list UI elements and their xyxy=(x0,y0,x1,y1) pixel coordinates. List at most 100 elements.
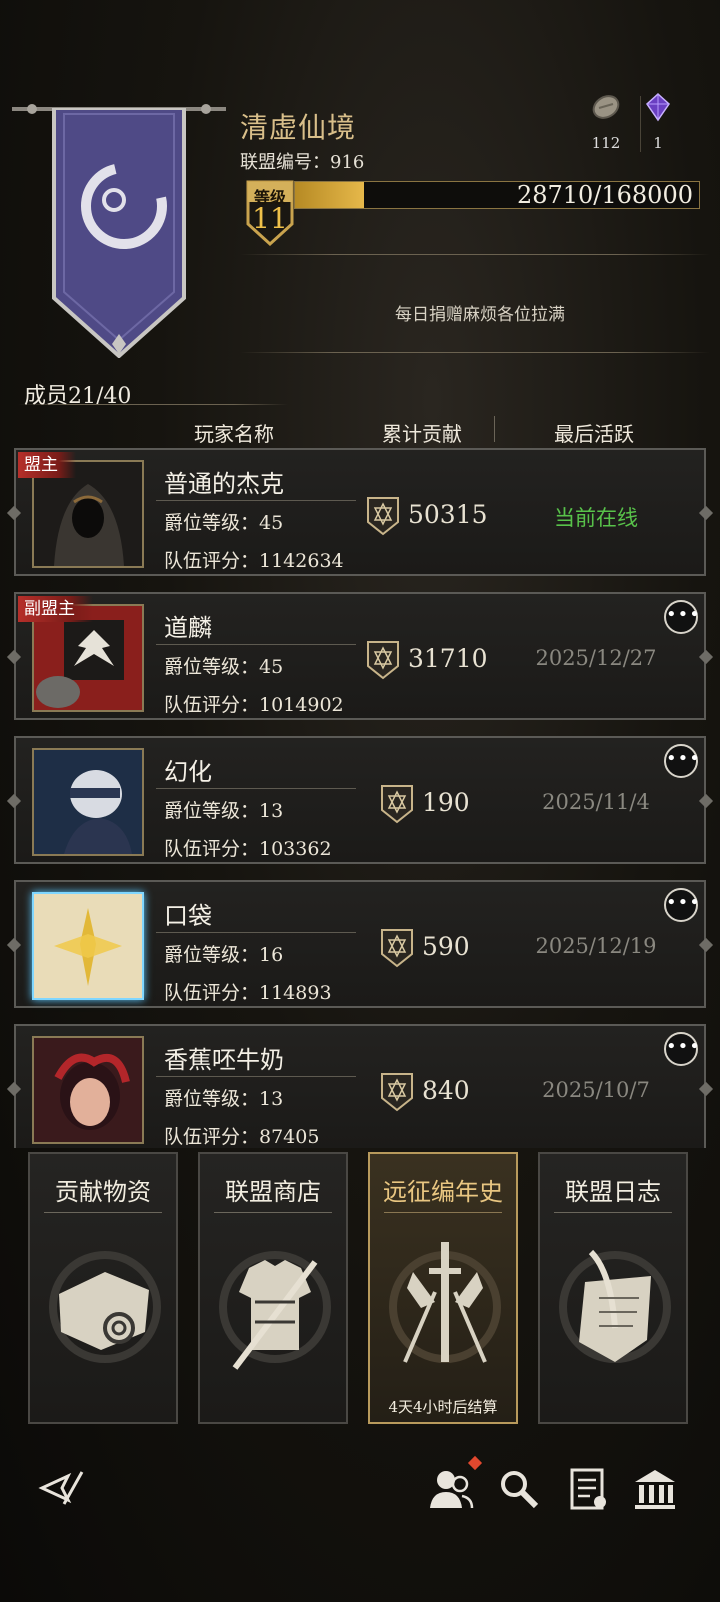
last-active: 2025/10/7 xyxy=(542,1078,650,1102)
resource-stone-value: 112 xyxy=(591,134,621,152)
guild-id: 联盟编号：916 xyxy=(240,152,365,173)
tile-divider xyxy=(44,1212,162,1213)
member-row[interactable]: 副盟主 ••• 道麟 爵位等级：45 队伍评分：1014902 31710 20… xyxy=(6,592,714,720)
xp-text: 28710/168000 xyxy=(516,181,693,209)
contribution-emblem-icon xyxy=(367,497,399,536)
guild-name: 清虚仙境 xyxy=(240,111,357,144)
member-row[interactable]: ••• 幻化 爵位等级：13 队伍评分：103362 190 2025/11/4 xyxy=(6,736,714,864)
guild-banner xyxy=(52,108,186,358)
red-haired-girl-portrait xyxy=(34,1038,142,1142)
level-number: 11 xyxy=(252,202,288,235)
team-score: 队伍评分：1142634 xyxy=(164,550,344,572)
members-divider xyxy=(18,404,288,405)
more-options-button[interactable]: ••• xyxy=(664,1032,700,1066)
member-row[interactable]: ••• 香蕉呸牛奶 爵位等级：13 队伍评分：87405 840 2025/10… xyxy=(6,1024,714,1148)
last-active: 当前在线 xyxy=(554,506,638,530)
member-row[interactable]: ••• 口袋 爵位等级：16 队伍评分：114893 590 2025/12/1… xyxy=(6,880,714,1008)
team-score: 队伍评分：114893 xyxy=(164,982,332,1004)
player-name[interactable]: 道麟 xyxy=(164,608,212,643)
row-ornament xyxy=(6,505,22,521)
search-icon[interactable] xyxy=(496,1466,542,1512)
tile-label: 联盟日志 xyxy=(565,1178,661,1206)
golden-rune-portrait xyxy=(34,894,142,998)
role-badge: 副盟主 xyxy=(18,596,93,622)
masked-warrior-portrait xyxy=(34,750,142,854)
armor-sword-icon xyxy=(219,1251,331,1370)
player-name[interactable]: 幻化 xyxy=(164,752,212,787)
scroll-bundle-icon xyxy=(49,1251,161,1363)
player-rank: 爵位等级：16 xyxy=(164,944,284,966)
bank-icon[interactable] xyxy=(632,1466,678,1512)
contribution-emblem-icon xyxy=(367,641,399,680)
player-rank: 爵位等级：13 xyxy=(164,800,284,822)
name-underline xyxy=(156,932,356,933)
resource-crystal[interactable]: 1 xyxy=(628,92,688,152)
tile-divider xyxy=(384,1212,502,1213)
player-name[interactable]: 香蕉呸牛奶 xyxy=(164,1040,284,1075)
tile-label: 联盟商店 xyxy=(225,1178,321,1206)
tile-expedition-chronicle[interactable]: 远征编年史 4天4小时后结算 xyxy=(368,1152,518,1424)
player-rank: 爵位等级：13 xyxy=(164,1088,284,1110)
player-name[interactable]: 口袋 xyxy=(164,896,212,931)
last-active: 2025/12/27 xyxy=(535,646,657,670)
row-ornament xyxy=(698,1081,714,1097)
guild-notice: 每日捐赠麻烦各位拉满 xyxy=(395,305,565,325)
player-rank: 爵位等级：45 xyxy=(164,656,284,678)
document-icon[interactable] xyxy=(566,1466,612,1512)
xp-progress-fill xyxy=(295,182,365,208)
quill-paper-icon xyxy=(559,1249,671,1363)
tile-divider xyxy=(214,1212,332,1213)
xp-progress-bar: 28710/168000 xyxy=(294,181,700,209)
row-ornament xyxy=(6,1081,22,1097)
more-options-button[interactable]: ••• xyxy=(664,888,700,922)
team-score: 队伍评分：1014902 xyxy=(164,694,344,716)
player-name[interactable]: 普通的杰克 xyxy=(164,464,284,499)
row-ornament xyxy=(698,937,714,953)
last-active: 2025/12/19 xyxy=(535,934,657,958)
name-underline xyxy=(156,644,356,645)
column-header-name[interactable]: 玩家名称 xyxy=(194,418,274,447)
name-underline xyxy=(156,788,356,789)
back-icon[interactable] xyxy=(38,1466,84,1512)
tile-guild-log[interactable]: 联盟日志 xyxy=(538,1152,688,1424)
contribution-value: 590 xyxy=(422,932,470,961)
row-ornament xyxy=(698,649,714,665)
header-divider xyxy=(240,254,710,255)
notice-divider xyxy=(240,352,710,353)
more-options-button[interactable]: ••• xyxy=(664,744,700,778)
tile-label: 贡献物资 xyxy=(55,1178,151,1206)
stone-coin-icon xyxy=(592,95,620,119)
role-badge: 盟主 xyxy=(18,452,76,478)
avatar[interactable] xyxy=(32,1036,144,1144)
resource-crystal-value: 1 xyxy=(653,134,663,152)
contribution-value: 190 xyxy=(422,788,470,817)
contribution-value: 31710 xyxy=(408,644,488,673)
avatar[interactable] xyxy=(32,892,144,1000)
contribution-emblem-icon xyxy=(381,785,413,824)
contribution-emblem-icon xyxy=(381,1073,413,1112)
name-underline xyxy=(156,1076,356,1077)
contribution-value: 840 xyxy=(422,1076,470,1105)
row-ornament xyxy=(6,793,22,809)
column-header-contribution[interactable]: 累计贡献 xyxy=(382,418,462,447)
name-underline xyxy=(156,500,356,501)
contribution-emblem-icon xyxy=(381,929,413,968)
resource-stone[interactable]: 112 xyxy=(576,92,636,152)
more-options-button[interactable]: ••• xyxy=(664,600,700,634)
tile-guild-shop[interactable]: 联盟商店 xyxy=(198,1152,348,1424)
row-ornament xyxy=(698,793,714,809)
avatar[interactable] xyxy=(32,748,144,856)
tile-donate-supplies[interactable]: 贡献物资 xyxy=(28,1152,178,1424)
tile-label: 远征编年史 xyxy=(383,1178,503,1206)
team-score: 队伍评分：87405 xyxy=(164,1126,320,1148)
team-score: 队伍评分：103362 xyxy=(164,838,332,860)
member-row[interactable]: 盟主 普通的杰克 爵位等级：45 队伍评分：1142634 50315 当前在线 xyxy=(6,448,714,576)
members-icon[interactable] xyxy=(428,1466,474,1512)
last-active: 2025/11/4 xyxy=(542,790,650,814)
row-ornament xyxy=(6,649,22,665)
column-header-last-active[interactable]: 最后活跃 xyxy=(554,418,634,447)
tile-divider xyxy=(554,1212,672,1213)
column-separator xyxy=(494,416,495,442)
row-ornament xyxy=(698,505,714,521)
crossed-swords-banners-icon xyxy=(389,1242,501,1363)
